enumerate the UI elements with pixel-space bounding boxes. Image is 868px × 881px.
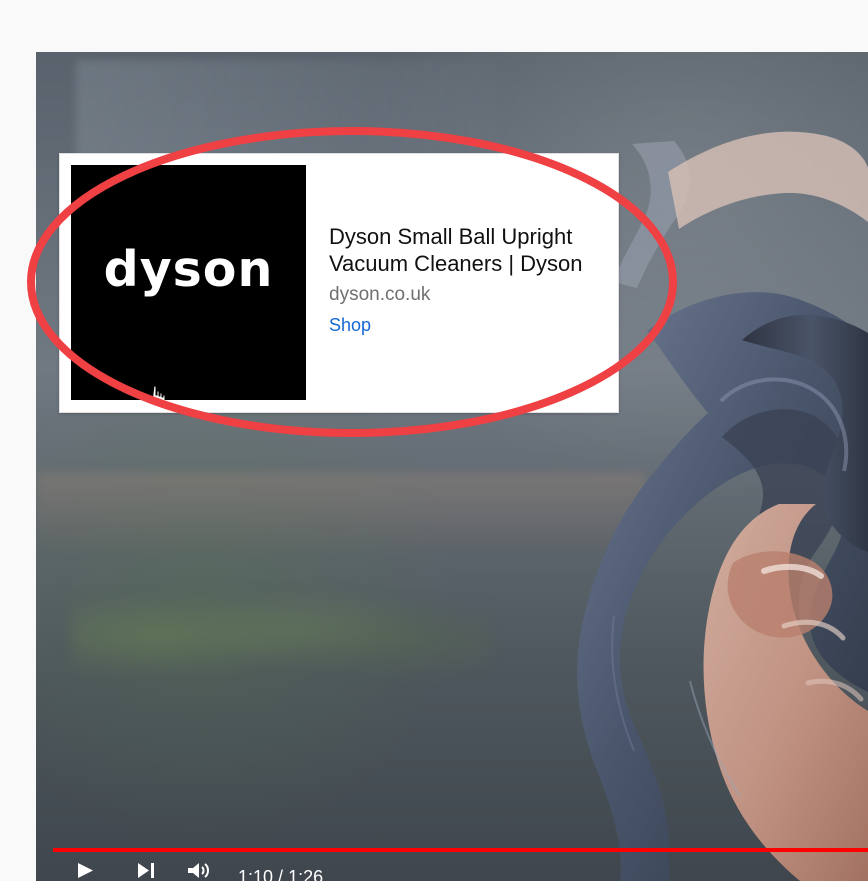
- dyson-logo-tile[interactable]: dyson: [71, 165, 306, 400]
- video-background-plants: [72, 552, 492, 702]
- ad-title[interactable]: Dyson Small Ball Upright Vacuum Cleaners…: [329, 223, 599, 277]
- time-display: 1:10 / 1:26: [238, 868, 323, 881]
- video-progress-bar[interactable]: [53, 848, 868, 852]
- ad-domain: dyson.co.uk: [329, 284, 431, 305]
- hand-cursor-icon: [148, 385, 166, 400]
- shop-link[interactable]: Shop: [329, 314, 371, 336]
- page: dyson Dyson Small Ball Upright Vacuum Cl…: [0, 0, 868, 881]
- play-icon[interactable]: [71, 860, 99, 881]
- player-controls: 1:10 / 1:26: [53, 860, 868, 881]
- overlay-ad-card[interactable]: dyson Dyson Small Ball Upright Vacuum Cl…: [59, 153, 619, 413]
- ad-copy: Dyson Small Ball Upright Vacuum Cleaners…: [329, 223, 599, 336]
- current-time: 1:10: [238, 867, 274, 881]
- video-progress-fill: [53, 848, 868, 852]
- volume-icon[interactable]: [185, 860, 213, 881]
- time-separator: /: [273, 867, 289, 881]
- duration-time: 1:26: [288, 867, 324, 881]
- brand-logo-text: dyson: [103, 241, 274, 298]
- next-icon[interactable]: [133, 860, 161, 881]
